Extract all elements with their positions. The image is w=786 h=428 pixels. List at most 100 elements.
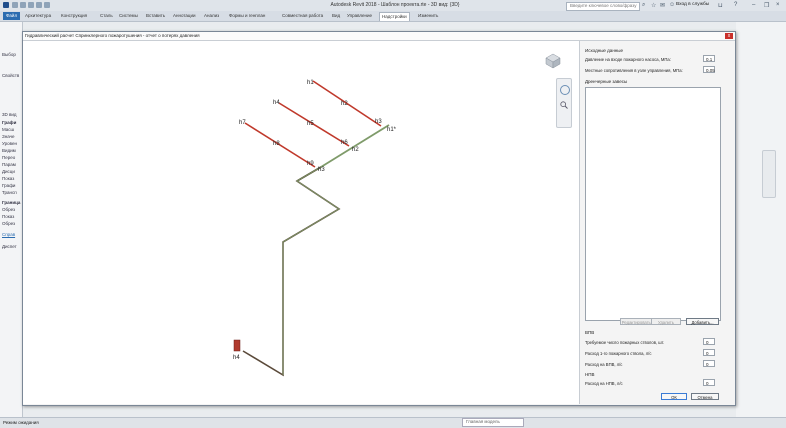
local-resistance-input[interactable]: 0.05 [703,66,715,73]
tab-insert[interactable]: Вставить [146,13,165,18]
tab-view[interactable]: Вид [332,13,340,18]
search-placeholder: Введите ключевое слово/фразу [570,3,637,8]
tab-annotate[interactable]: Аннотации [173,13,196,18]
add-button[interactable]: Добавить... [686,318,719,325]
status-bar: Режим ожидания [0,417,786,428]
panel-item[interactable]: Парам [2,162,16,167]
section-initial-data: Исходные данные [585,48,624,53]
panel-item[interactable]: Значе [2,134,14,139]
panel-item[interactable]: Выбор [2,52,16,57]
tab-collaborate[interactable]: Совместная работа [282,13,323,18]
view-nav-bar[interactable] [556,78,572,128]
drawing-area-right [736,22,786,417]
user-icon[interactable]: ☺ [669,2,675,8]
panel-item[interactable]: Обрез [2,221,15,226]
redo-icon[interactable] [36,2,42,8]
ok-button[interactable]: ОК [661,393,687,400]
delete-button[interactable]: Удалить [651,318,681,325]
node-label: h6 [341,140,348,146]
tab-structure[interactable]: Конструкция [61,13,87,18]
node-label: h2 [341,101,348,107]
panel-item[interactable]: Обрез [2,207,15,212]
cancel-button[interactable]: Отмена [691,393,719,400]
window-close-icon[interactable]: × [776,2,780,8]
node-label: h2 [352,147,359,153]
save-icon[interactable] [20,2,26,8]
revit-logo-icon[interactable] [3,2,9,8]
search-input[interactable]: Введите ключевое слово/фразу [566,2,640,11]
tab-systems[interactable]: Системы [119,13,138,18]
panel-item[interactable]: Показ [2,214,14,219]
app-title: Autodesk Revit 2018 - Шаблон проекта.rte… [330,2,460,8]
inlet-pressure-label: Давление на входе пожарного насоса, МПа: [585,57,671,62]
pipe-schematic: h1 h2 h3 h1* h4 h5 h6 h2 h7 h8 h9 h3 h4 [233,80,397,377]
panel-item[interactable]: Дисци [2,169,15,174]
panel-link[interactable]: Справ [2,232,15,237]
dialog-title-bar: Гидравлический расчет Спринклерного пожа… [23,32,735,41]
panel-item[interactable]: Графи [2,183,15,188]
section-npv: НПВ [585,372,595,377]
hydrants-required-label: Требуемое число пожарных стволов, шт. [585,340,665,345]
vpv-flow-input[interactable]: 0 [703,360,715,367]
dialog-title: Гидравлический расчет Спринклерного пожа… [25,33,200,38]
tab-file[interactable]: Файл [3,12,21,20]
undo-icon[interactable] [28,2,34,8]
panel-item[interactable]: Уровен [2,141,17,146]
ribbon-tabs: Файл Архитектура Конструкция Сталь Систе… [0,11,786,22]
restore-icon[interactable]: ❐ [764,2,769,9]
pump-icon [233,339,241,352]
binoculars-icon[interactable]: ⌕ [642,2,645,9]
hydrant-flow-label: Расход 1-го пожарного ствола, л/с [585,351,652,356]
hydrant-flow-input[interactable]: 0 [703,349,715,356]
tab-modify[interactable]: Изменить [418,13,438,18]
navigation-bar[interactable] [762,150,776,198]
panel-item[interactable]: Граница [2,200,20,205]
hydrants-required-input[interactable]: 0 [703,338,715,345]
tab-manage[interactable]: Управление [347,13,372,18]
pipe-3d-viewport[interactable]: h1 h2 h3 h1* h4 h5 h6 h2 h7 h8 h9 h3 h4 [23,41,580,404]
view-cube-icon[interactable] [545,53,561,69]
tab-massing-site[interactable]: Формы и генплан [229,13,265,18]
model-selector[interactable]: Главная модель [462,418,524,427]
zoom-icon[interactable] [560,101,568,109]
npv-flow-input[interactable]: 0 [703,379,715,386]
inlet-pressure-input[interactable]: 0.1 [703,55,715,62]
subscription-icon[interactable]: ☆ [651,2,656,9]
tab-addins[interactable]: Надстройки [379,12,410,21]
npv-flow-label: Расход на НПВ, л/с [585,381,623,386]
node-label: h3 [318,167,325,173]
cart-icon[interactable]: ⊔ [718,2,723,9]
local-resistance-label: Местные сопротивления в узле управления,… [585,68,683,73]
vpv-flow-label: Расход на ВПВ, л/с [585,362,623,367]
pipe-riser-highlight [282,166,340,375]
pipe-main-upper [320,124,390,168]
minimize-icon[interactable]: – [752,2,755,8]
panel-item[interactable]: 3D вид [2,112,17,117]
panel-item[interactable]: Свойств [2,73,19,78]
signin-link[interactable]: Вход в службы [676,2,709,7]
dialog-close-button[interactable]: x [725,33,733,39]
help-icon[interactable]: ? [734,2,737,8]
panel-item[interactable]: Трансп [2,190,17,195]
open-icon[interactable] [12,2,18,8]
panel-item[interactable]: Показ [2,176,14,181]
model-selector-value: Главная модель [466,419,500,424]
panel-item[interactable]: Видим [2,148,16,153]
node-label: h7 [239,120,246,126]
pipe-branch-2 [278,102,350,147]
tab-analyze[interactable]: Анализ [204,13,219,18]
panel-item[interactable]: Масш [2,127,14,132]
node-label: h3 [375,119,382,125]
node-label: h9 [307,161,314,167]
tab-steel[interactable]: Сталь [100,13,113,18]
print-icon[interactable] [44,2,50,8]
hydraulic-calc-dialog: Гидравлический расчет Спринклерного пожа… [22,31,736,406]
panel-item[interactable]: Перео [2,155,15,160]
steering-wheel-icon[interactable] [560,85,570,95]
drain-curtains-list[interactable] [585,87,721,321]
tab-architecture[interactable]: Архитектура [25,13,51,18]
communication-icon[interactable]: ✉ [660,2,665,9]
panel-item[interactable]: Графи [2,120,16,125]
node-label: h8 [273,141,280,147]
panel-item[interactable]: Диспет [2,244,17,249]
